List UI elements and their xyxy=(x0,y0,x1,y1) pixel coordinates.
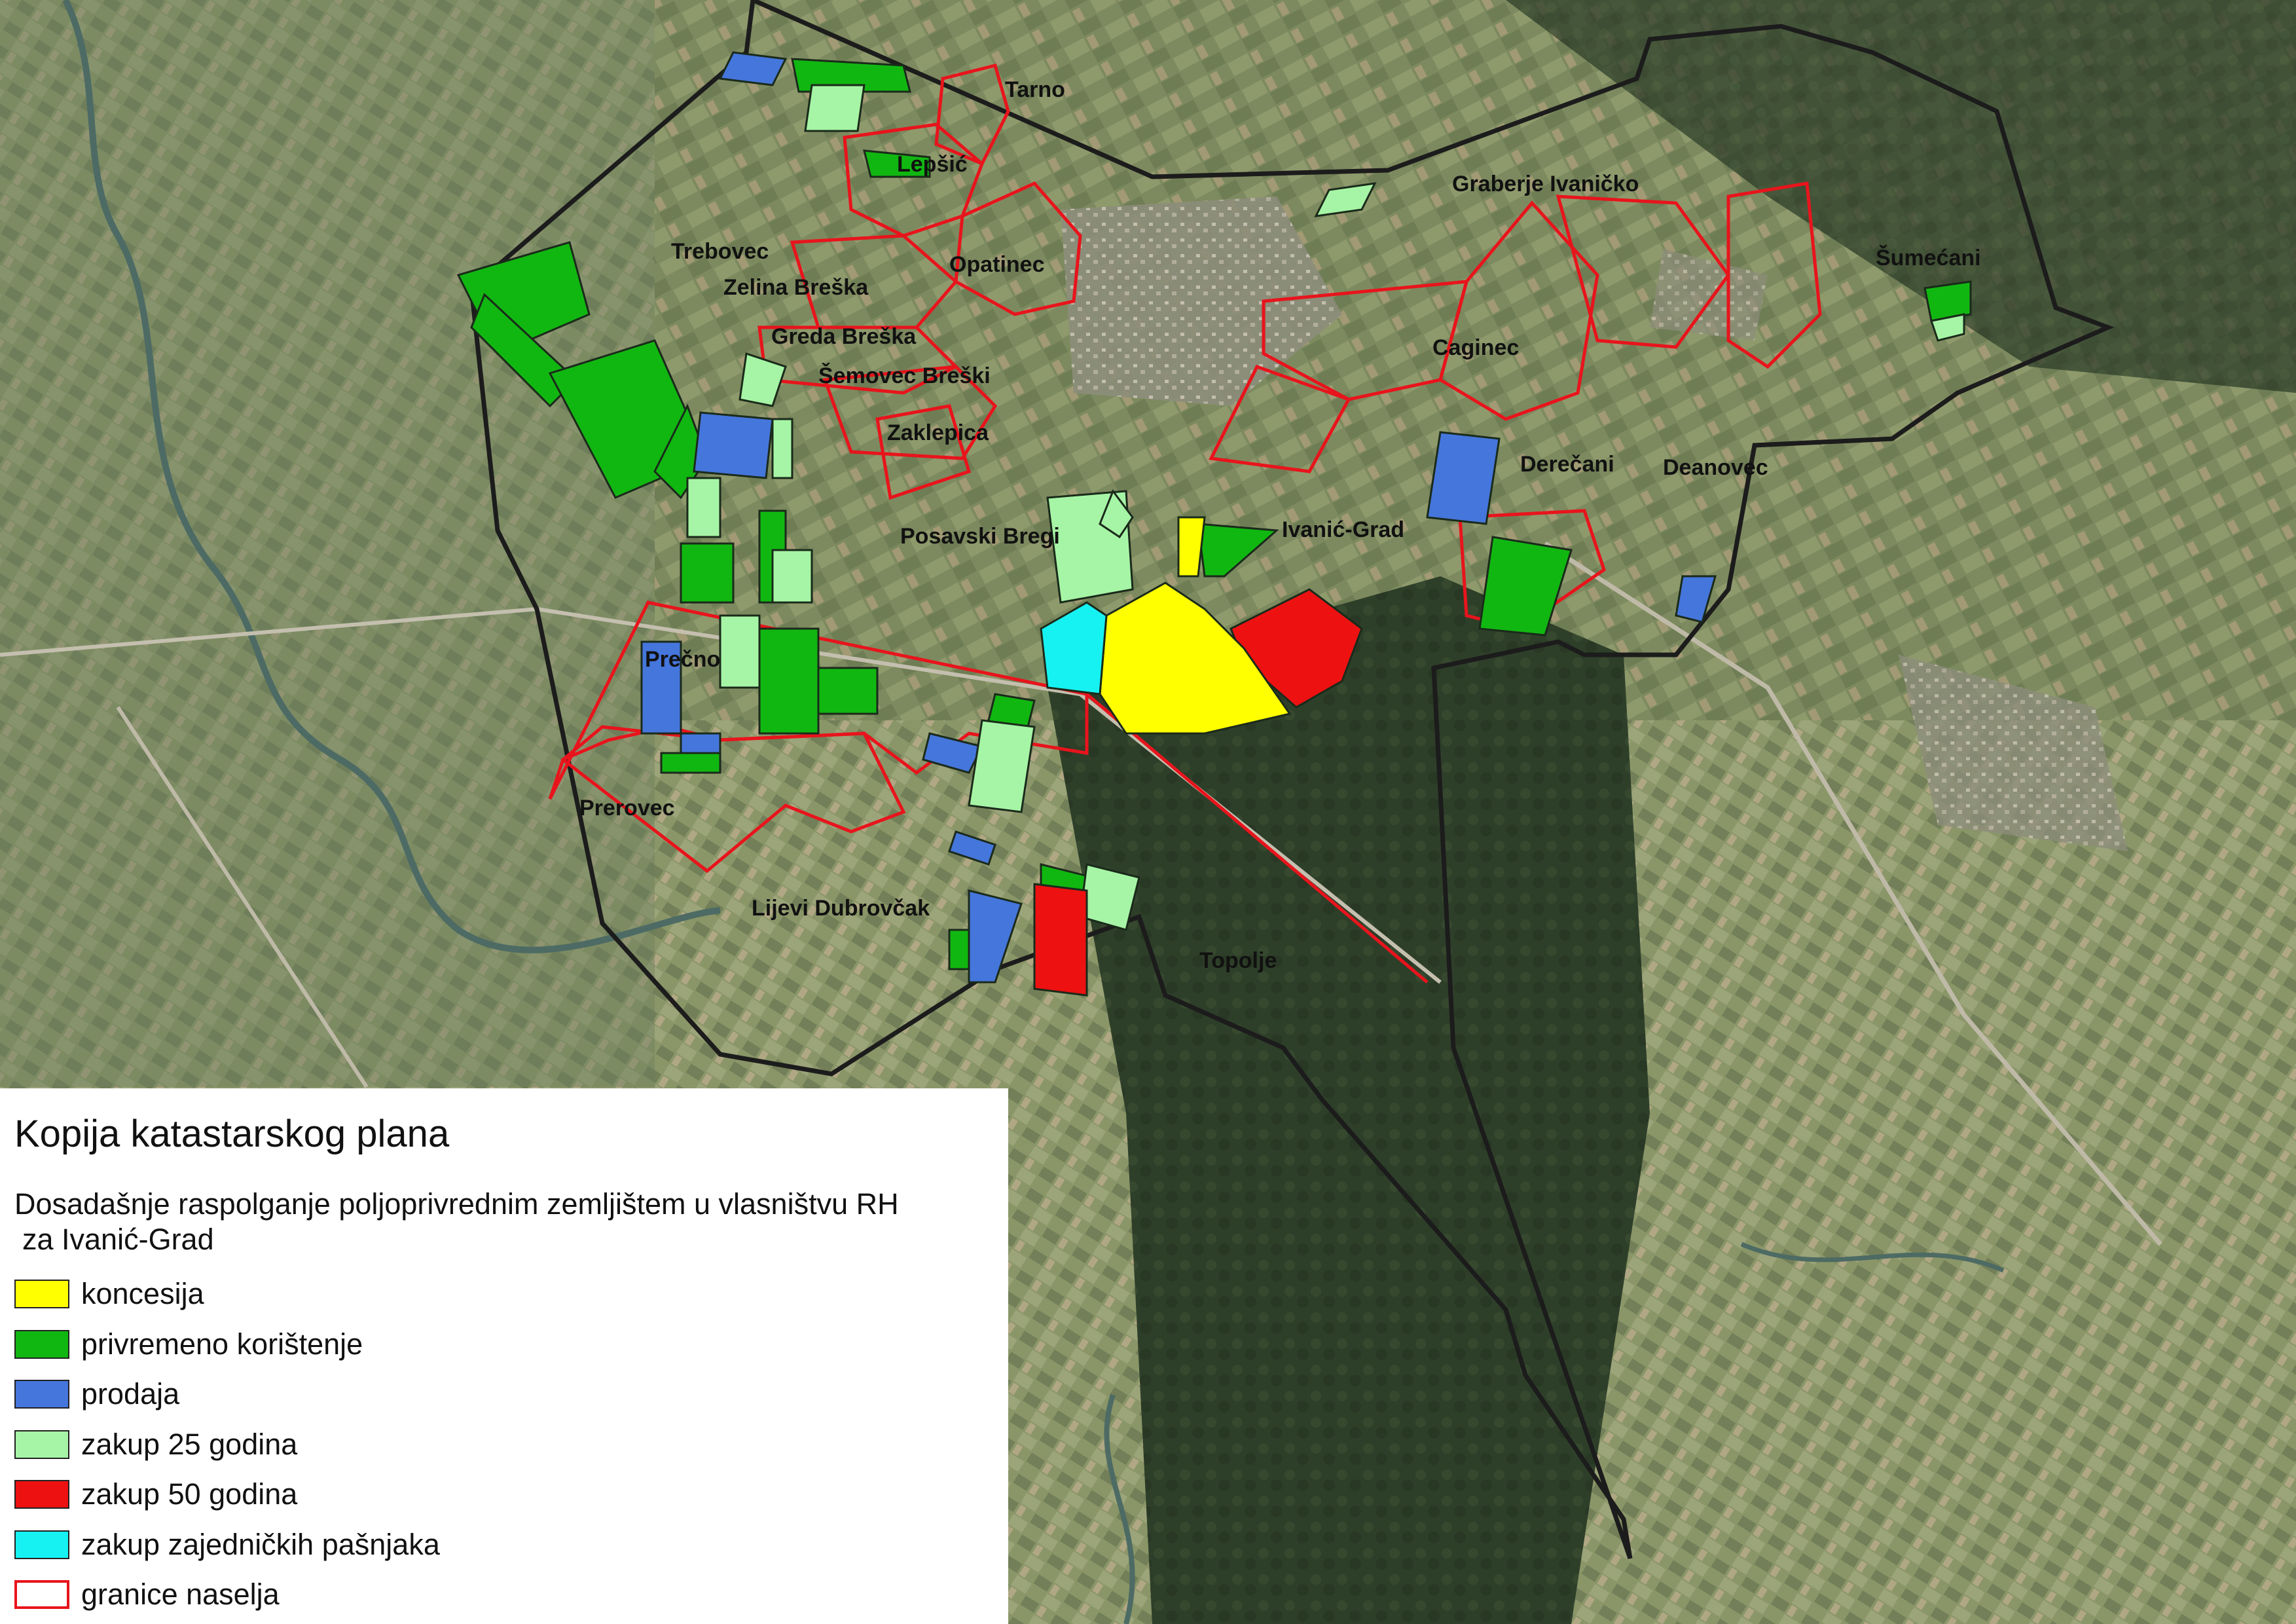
legend-label: koncesija xyxy=(81,1277,204,1311)
label-derecani: Derečani xyxy=(1520,452,1614,477)
label-posavski-bregi: Posavski Bregi xyxy=(900,524,1060,549)
parcel[interactable] xyxy=(1033,883,1088,997)
legend-label: zakup 50 godina xyxy=(81,1477,298,1511)
legend-item: granice naselja xyxy=(14,1570,994,1620)
label-semovec-breski: Šemovec Breški xyxy=(818,363,991,388)
label-greda-breska: Greda Breška xyxy=(771,324,917,349)
legend-swatch xyxy=(14,1430,69,1459)
label-ivanic-grad: Ivanić-Grad xyxy=(1282,517,1404,542)
parcel[interactable] xyxy=(686,477,721,538)
label-topolje: Topolje xyxy=(1199,948,1277,973)
legend-swatch xyxy=(14,1530,69,1559)
map-view[interactable]: Tarno Lepšić Trebovec Zelina Breška Opat… xyxy=(0,0,2296,1624)
legend-label: privremeno korištenje xyxy=(81,1327,363,1361)
legend-swatch xyxy=(14,1329,69,1359)
parcel[interactable] xyxy=(804,84,866,132)
parcel[interactable] xyxy=(817,667,879,715)
map-legend: Kopija katastarskog plana Dosadašnje ras… xyxy=(0,1088,1008,1624)
legend-label: zakup 25 godina xyxy=(81,1427,298,1461)
parcel[interactable] xyxy=(1426,431,1501,525)
label-caginec: Caginec xyxy=(1432,335,1519,360)
label-zaklepica: Zaklepica xyxy=(887,420,989,445)
legend-item: prodaja xyxy=(14,1369,994,1420)
legend-items: koncesija privremeno korištenje prodaja zak… xyxy=(14,1269,994,1620)
label-lijevi-dubrovcak: Lijevi Dubrovčak xyxy=(752,896,930,921)
parcel[interactable] xyxy=(680,542,735,604)
label-lepsic: Lepšić xyxy=(897,152,968,177)
legend-label: zakup zajedničkih pašnjaka xyxy=(81,1527,440,1561)
legend-subtitle: Dosadašnje raspolganje poljoprivrednim z… xyxy=(14,1187,899,1221)
parcel[interactable] xyxy=(771,418,793,479)
legend-item: zakup 25 godina xyxy=(14,1419,994,1469)
label-zelina-breska: Zelina Breška xyxy=(723,275,869,300)
legend-subtitle-line2: za Ivanić-Grad xyxy=(22,1222,214,1256)
parcel[interactable] xyxy=(660,752,721,774)
label-graberje-ivanicko: Graberje Ivaničko xyxy=(1452,172,1639,196)
label-prerovec: Prerovec xyxy=(579,796,675,821)
legend-item: privremeno korištenje xyxy=(14,1319,994,1369)
parcel[interactable] xyxy=(718,51,788,86)
legend-label: prodaja xyxy=(81,1377,180,1411)
parcel[interactable] xyxy=(680,732,721,754)
legend-item: zakup zajedničkih pašnjaka xyxy=(14,1519,994,1570)
legend-label: granice naselja xyxy=(81,1578,280,1612)
legend-item: koncesija xyxy=(14,1269,994,1320)
label-precno: Prečno xyxy=(645,647,720,672)
parcel[interactable] xyxy=(693,411,774,479)
label-tarno: Tarno xyxy=(1005,77,1065,102)
parcel[interactable] xyxy=(771,549,813,604)
label-opatinec: Opatinec xyxy=(949,252,1044,277)
parcel[interactable] xyxy=(719,614,761,689)
legend-title: Kopija katastarskog plana xyxy=(14,1113,450,1155)
parcel[interactable] xyxy=(758,627,820,735)
legend-swatch xyxy=(14,1580,69,1610)
label-sumecani: Šumećani xyxy=(1876,245,1981,270)
legend-swatch xyxy=(14,1380,69,1409)
legend-item: zakup 50 godina xyxy=(14,1469,994,1520)
label-trebovec: Trebovec xyxy=(671,239,769,264)
label-deanovec: Deanovec xyxy=(1663,455,1768,480)
legend-swatch xyxy=(14,1480,69,1509)
legend-swatch xyxy=(14,1280,69,1309)
